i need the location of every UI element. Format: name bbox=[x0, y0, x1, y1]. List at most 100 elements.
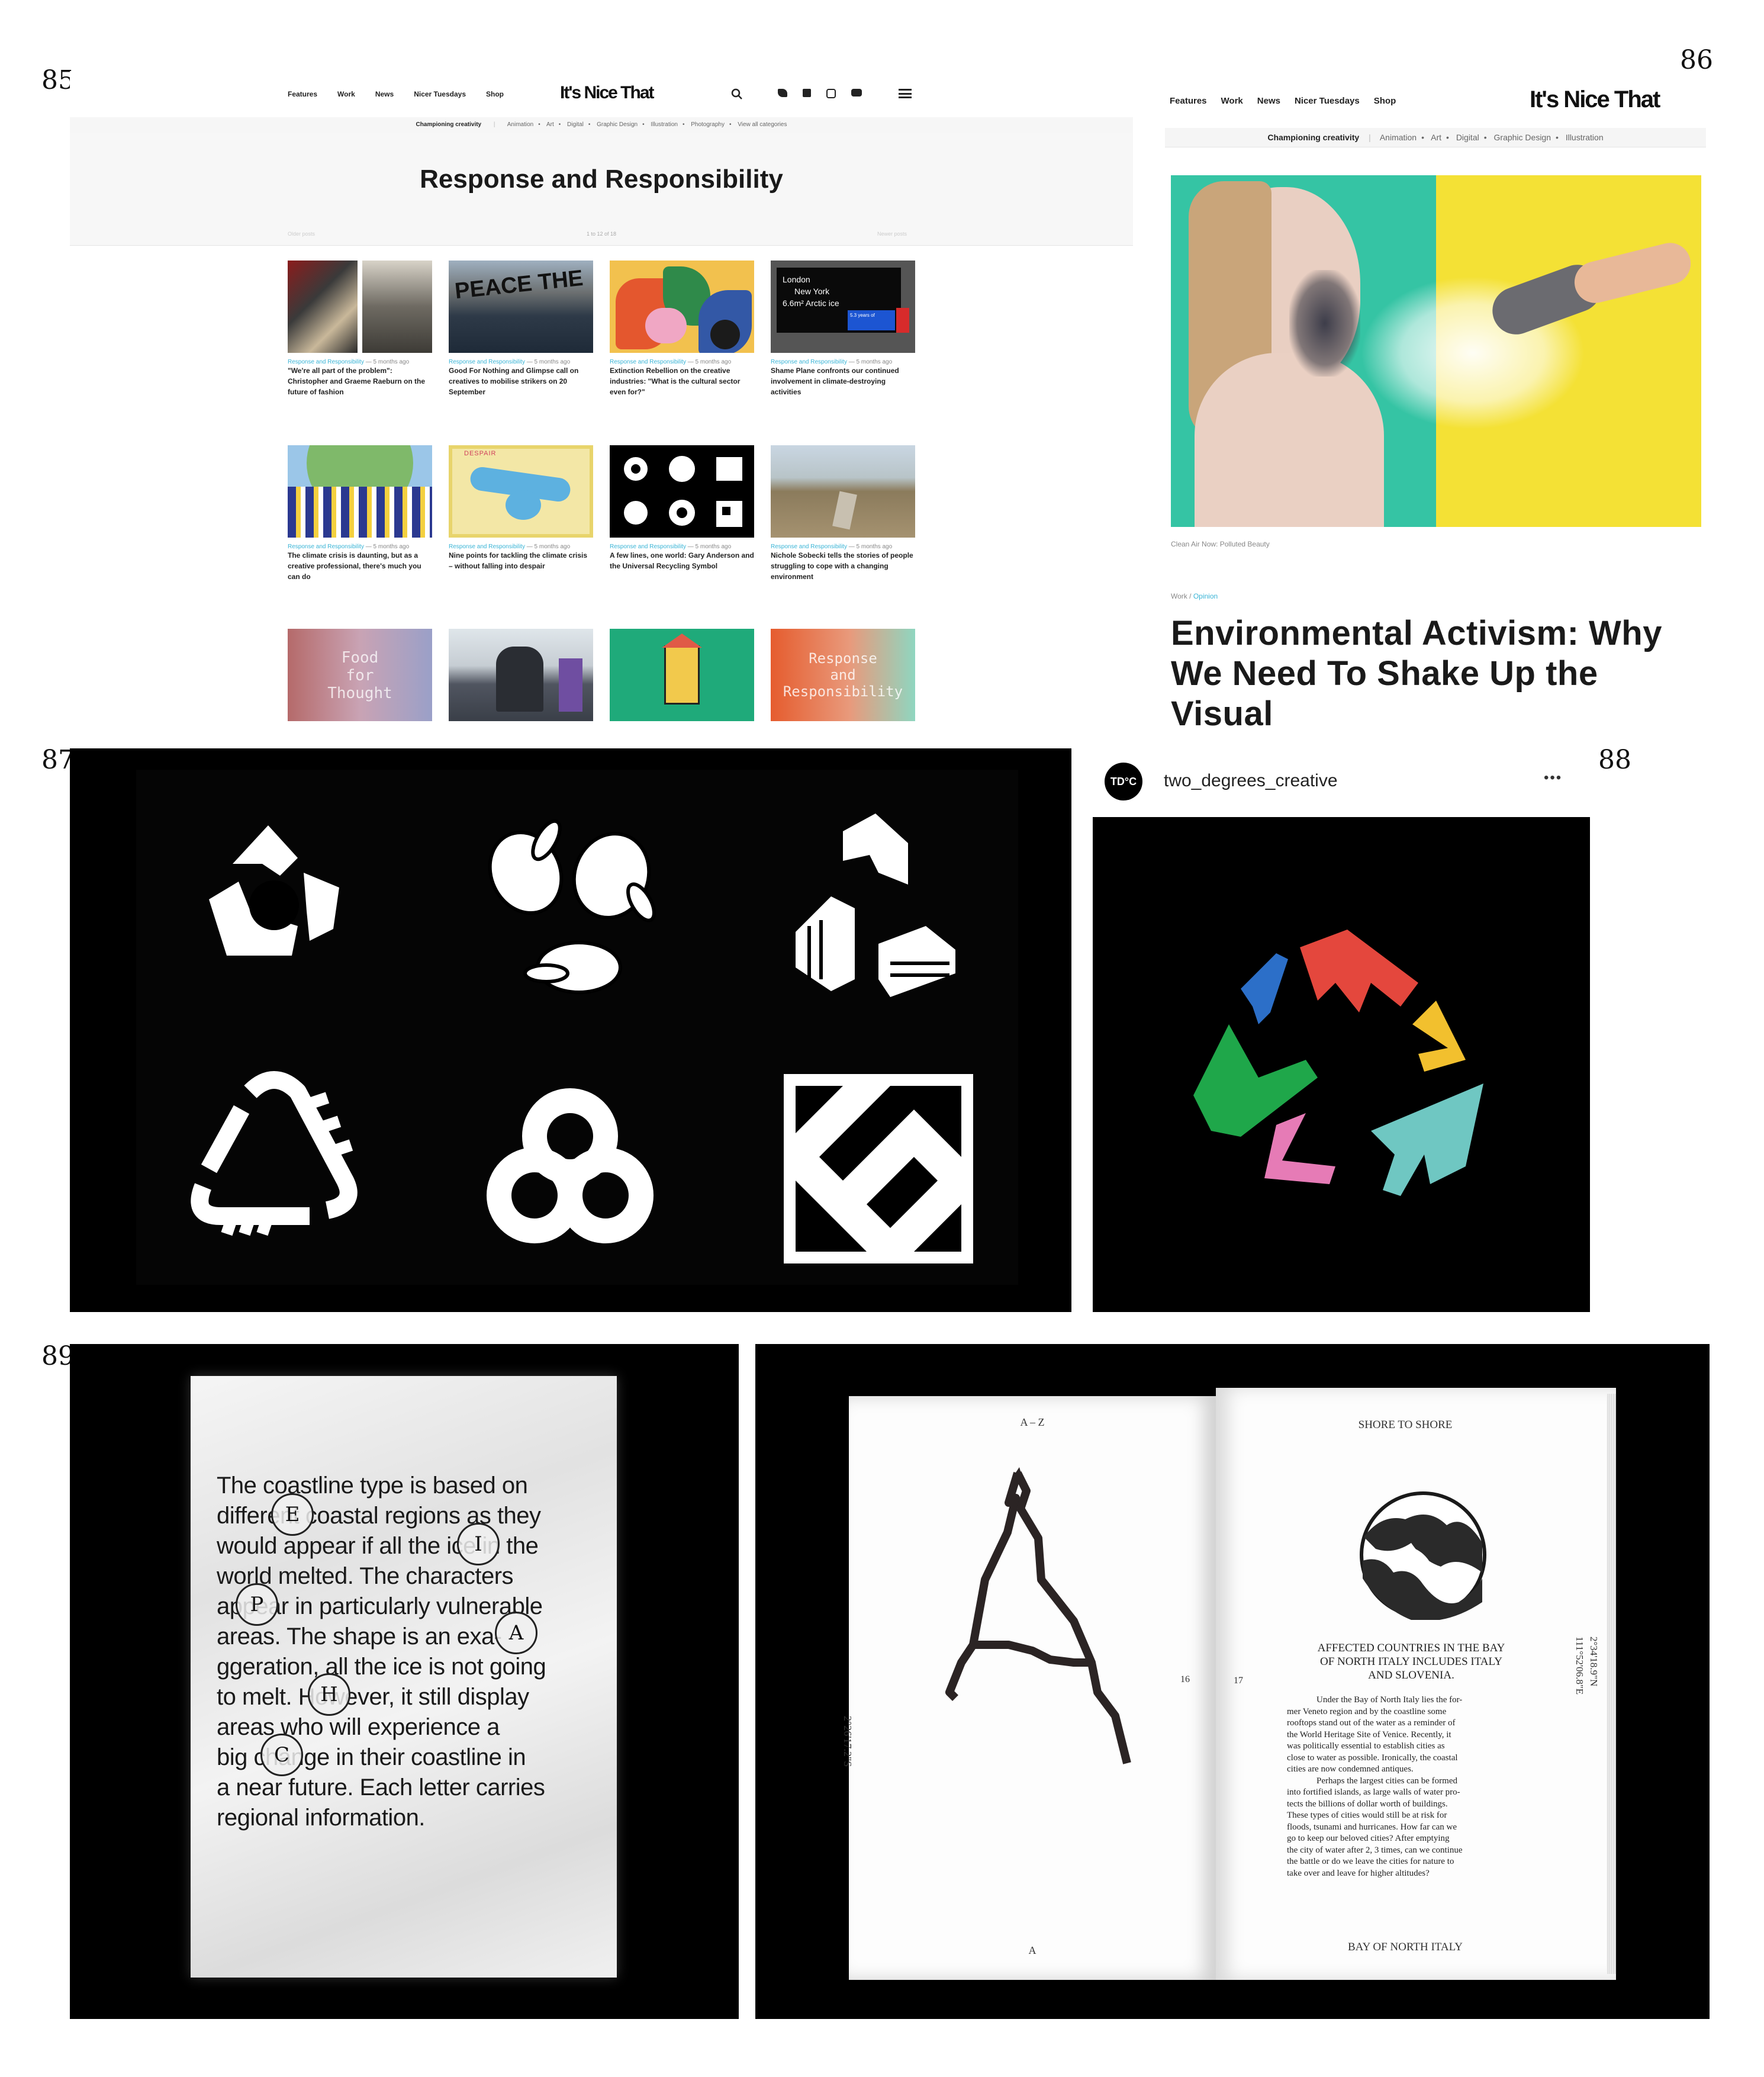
coastline-globe-icon bbox=[1360, 1491, 1486, 1620]
card-category[interactable]: Response and Responsibility bbox=[449, 544, 525, 550]
card-thumb-recycling-symbols[interactable] bbox=[610, 445, 754, 538]
stamp-circle-c: C bbox=[260, 1734, 303, 1776]
subnav-digital[interactable]: Digital bbox=[567, 121, 584, 128]
card-thumb-response-title[interactable]: Response and Responsibility bbox=[771, 629, 915, 721]
body-line: was politically essential to establish c… bbox=[1287, 1741, 1445, 1751]
paper-line: regional information. bbox=[217, 1805, 425, 1831]
card-thumb-food-for-thought[interactable]: Food for Thought bbox=[288, 629, 432, 721]
body-line: Under the Bay of North Italy lies the fo… bbox=[1316, 1695, 1463, 1705]
subnav-illustration[interactable]: Illustration bbox=[1566, 133, 1604, 142]
subnav-digital[interactable]: Digital bbox=[1456, 133, 1479, 142]
card-title[interactable]: Shame Plane confronts our continued invo… bbox=[771, 365, 915, 397]
card-4-text[interactable]: Response and Responsibility — 5 months a… bbox=[771, 359, 915, 397]
youtube-icon[interactable] bbox=[851, 89, 862, 97]
subnav-lead: Championing creativity bbox=[416, 121, 482, 128]
instagram-icon[interactable] bbox=[826, 89, 836, 98]
card-category[interactable]: Response and Responsibility bbox=[610, 359, 686, 365]
card-1-text[interactable]: Response and Responsibility — 5 months a… bbox=[288, 359, 432, 397]
body-line: cities are now condemned antiques. bbox=[1287, 1764, 1414, 1774]
breadcrumb: Work / Opinion bbox=[1171, 592, 1218, 600]
card-category[interactable]: Response and Responsibility bbox=[610, 544, 686, 550]
search-icon[interactable] bbox=[730, 88, 743, 104]
subnav-art[interactable]: Art bbox=[546, 121, 554, 128]
card-category[interactable]: Response and Responsibility bbox=[771, 359, 847, 365]
left-page-footer: A bbox=[1028, 1944, 1036, 1956]
stamp-circle-p: P bbox=[236, 1583, 278, 1626]
card-8-text[interactable]: Response and Responsibility — 5 months a… bbox=[771, 544, 915, 582]
nav-features[interactable]: Features bbox=[1170, 96, 1207, 106]
body-line: go to keep our beloved cities? After emp… bbox=[1287, 1834, 1450, 1843]
food-word: Food bbox=[341, 649, 379, 667]
card-thumb-despair[interactable]: DESPAIR bbox=[449, 445, 593, 538]
nav-nicer-tuesdays[interactable]: Nicer Tuesdays bbox=[414, 90, 466, 98]
subnav-photography[interactable]: Photography bbox=[691, 121, 725, 128]
twitter-icon[interactable] bbox=[778, 89, 787, 97]
breadcrumb-work[interactable]: Work bbox=[1171, 592, 1187, 600]
book-right-page: 17 SHORE TO SHORE AFFECTED COUNTRIES IN … bbox=[1216, 1388, 1616, 1980]
card-category[interactable]: Response and Responsibility bbox=[288, 359, 364, 365]
card-title[interactable]: The climate crisis is daunting, but as a… bbox=[288, 550, 432, 582]
headline-line-3: Visual bbox=[1171, 695, 1273, 733]
and-word: and bbox=[830, 667, 856, 683]
card-thumb-strike-crowd[interactable]: PEACE THE bbox=[449, 261, 593, 353]
card-thumb-extinction-rebellion[interactable] bbox=[610, 261, 754, 353]
card-7-text[interactable]: Response and Responsibility — 5 months a… bbox=[610, 544, 754, 571]
glacier-letter-a-icon bbox=[945, 1467, 1131, 1764]
body-line: into fortified islands, as large walls o… bbox=[1287, 1787, 1460, 1797]
subnav-animation[interactable]: Animation bbox=[507, 121, 533, 128]
nav-work[interactable]: Work bbox=[337, 90, 355, 98]
more-options-icon[interactable]: ••• bbox=[1544, 770, 1562, 786]
left-coordinate: 2°26'17.2"S bbox=[842, 1716, 854, 1767]
facebook-icon[interactable] bbox=[803, 89, 811, 97]
subnav-art[interactable]: Art bbox=[1431, 133, 1441, 142]
hamburger-menu-icon[interactable] bbox=[899, 89, 912, 98]
card-category[interactable]: Response and Responsibility bbox=[449, 359, 525, 365]
nav-features[interactable]: Features bbox=[288, 90, 317, 98]
subnav-illustration[interactable]: Illustration bbox=[651, 121, 678, 128]
card-title[interactable]: Nine points for tackling the climate cri… bbox=[449, 550, 593, 571]
paper-line: to melt. However, it still display bbox=[217, 1684, 529, 1710]
response-word: Response bbox=[809, 650, 877, 667]
recycling-symbols-grid bbox=[70, 748, 1071, 1312]
newer-posts-link[interactable]: Newer posts bbox=[877, 231, 907, 237]
card-category[interactable]: Response and Responsibility bbox=[771, 544, 847, 550]
nav-news[interactable]: News bbox=[375, 90, 394, 98]
subnav-animation[interactable]: Animation bbox=[1380, 133, 1417, 142]
card-2-text[interactable]: Response and Responsibility — 5 months a… bbox=[449, 359, 593, 397]
breadcrumb-opinion[interactable]: Opinion bbox=[1193, 592, 1218, 600]
nav-nicer-tuesdays[interactable]: Nicer Tuesdays bbox=[1295, 96, 1360, 106]
nav-shop[interactable]: Shop bbox=[486, 90, 504, 98]
card-thumb-landscape[interactable] bbox=[771, 445, 915, 538]
card-title[interactable]: Good For Nothing and Glimpse call on cre… bbox=[449, 365, 593, 397]
card-title[interactable]: A few lines, one world: Gary Anderson an… bbox=[610, 550, 754, 571]
account-handle[interactable]: two_degrees_creative bbox=[1164, 771, 1338, 791]
card-title[interactable]: Nichole Sobecki tells the stories of peo… bbox=[771, 550, 915, 582]
site-logo[interactable]: It's Nice That bbox=[560, 83, 655, 103]
card-5-text[interactable]: Response and Responsibility — 5 months a… bbox=[288, 544, 432, 582]
site-logo[interactable]: It's Nice That bbox=[1530, 86, 1660, 113]
nav-work[interactable]: Work bbox=[1221, 96, 1243, 106]
book-left-page: A – Z 2°26'17.2"S A 16 bbox=[842, 1396, 1216, 1980]
shame-plane-city1: London bbox=[783, 275, 810, 284]
card-thumb-statue-protest[interactable] bbox=[449, 629, 593, 721]
nav-shop[interactable]: Shop bbox=[1374, 96, 1396, 106]
page-edges bbox=[1607, 1394, 1616, 1974]
card-thumb-shame-plane[interactable]: London New York 6.6m² Arctic ice 5.3 yea… bbox=[771, 261, 915, 353]
nav-news[interactable]: News bbox=[1257, 96, 1280, 106]
subnav-view-all[interactable]: View all categories bbox=[738, 121, 787, 128]
paper-line: would appear if all the ice in the bbox=[217, 1533, 539, 1559]
card-6-text[interactable]: Response and Responsibility — 5 months a… bbox=[449, 544, 593, 571]
heading-line: AFFECTED COUNTRIES IN THE BAY bbox=[1317, 1642, 1505, 1654]
subnav-graphic-design[interactable]: Graphic Design bbox=[1494, 133, 1551, 142]
card-title[interactable]: "We're all part of the problem": Christo… bbox=[288, 365, 432, 397]
subnav-graphic-design[interactable]: Graphic Design bbox=[597, 121, 638, 128]
avatar[interactable]: TD°C bbox=[1105, 763, 1142, 800]
card-3-text[interactable]: Response and Responsibility — 5 months a… bbox=[610, 359, 754, 397]
card-thumb-globe-people[interactable] bbox=[288, 445, 432, 538]
left-page-header: A – Z bbox=[1020, 1416, 1045, 1428]
card-title[interactable]: Extinction Rebellion on the creative ind… bbox=[610, 365, 754, 397]
card-thumb-raeburn[interactable] bbox=[288, 261, 432, 353]
card-thumb-house[interactable] bbox=[610, 629, 754, 721]
screenshot-article-page: Features Work News Nicer Tuesdays Shop It's … bbox=[1160, 71, 1711, 734]
card-category[interactable]: Response and Responsibility bbox=[288, 544, 364, 550]
